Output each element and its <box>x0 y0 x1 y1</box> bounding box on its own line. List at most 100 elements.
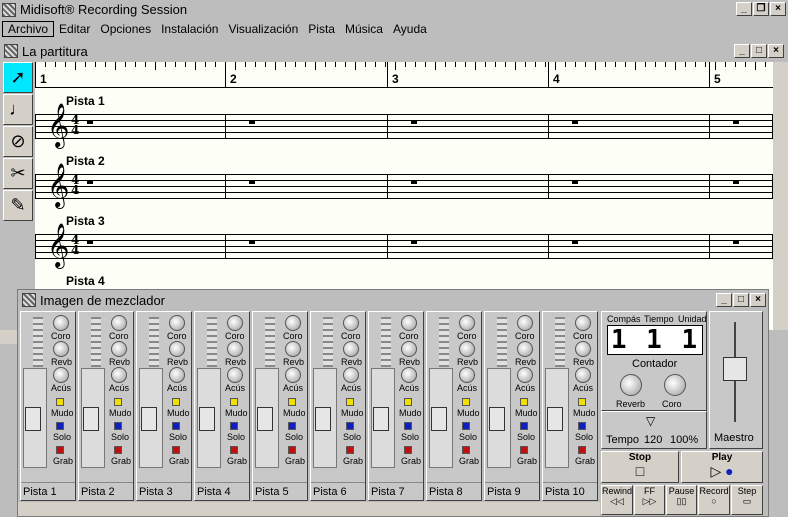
minimize-button[interactable]: _ <box>736 2 752 16</box>
revb-knob[interactable] <box>227 341 243 357</box>
erase-tool[interactable]: ⊘ <box>3 126 33 157</box>
channel-fader[interactable] <box>83 407 99 431</box>
staff[interactable]: 𝄞 4 4 <box>35 106 773 144</box>
track-label[interactable]: Pista 2 <box>66 154 105 168</box>
record-arm-toggle[interactable] <box>462 446 470 454</box>
solo-toggle[interactable] <box>462 422 470 430</box>
coro-knob[interactable] <box>53 315 69 331</box>
staff[interactable]: 𝄞 4 4 <box>35 166 773 204</box>
acus-knob[interactable] <box>285 367 301 383</box>
staff[interactable]: 𝄞 4 4 <box>35 226 773 264</box>
acus-knob[interactable] <box>459 367 475 383</box>
menu-archivo[interactable]: Archivo <box>2 21 55 37</box>
solo-toggle[interactable] <box>114 422 122 430</box>
score-horizontal-scrollbar[interactable] <box>0 330 17 344</box>
ff-button[interactable]: FF ▷▷ <box>634 485 665 515</box>
revb-knob[interactable] <box>285 341 301 357</box>
acus-knob[interactable] <box>169 367 185 383</box>
acus-knob[interactable] <box>111 367 127 383</box>
solo-toggle[interactable] <box>288 422 296 430</box>
reverb-knob[interactable] <box>620 374 642 396</box>
score-minimize-button[interactable]: _ <box>734 44 750 58</box>
play-button[interactable]: Play ▷ ● <box>681 451 763 483</box>
coro-knob[interactable] <box>459 315 475 331</box>
menu-opciones[interactable]: Opciones <box>95 22 156 36</box>
whole-rest-icon[interactable] <box>572 180 578 184</box>
channel-fader[interactable] <box>547 407 563 431</box>
whole-rest-icon[interactable] <box>87 240 93 244</box>
note-tool[interactable]: ♩ <box>3 94 33 125</box>
mute-toggle[interactable] <box>114 398 122 406</box>
record-arm-toggle[interactable] <box>578 446 586 454</box>
record-arm-toggle[interactable] <box>404 446 412 454</box>
coro-knob[interactable] <box>111 315 127 331</box>
revb-knob[interactable] <box>53 341 69 357</box>
acus-knob[interactable] <box>53 367 69 383</box>
channel-fader[interactable] <box>25 407 41 431</box>
revb-knob[interactable] <box>401 341 417 357</box>
solo-toggle[interactable] <box>520 422 528 430</box>
track-label[interactable]: Pista 4 <box>66 274 105 288</box>
mixer-minimize-button[interactable]: _ <box>716 293 732 307</box>
record-arm-toggle[interactable] <box>520 446 528 454</box>
revb-knob[interactable] <box>169 341 185 357</box>
pause-button[interactable]: Pause ▯▯ <box>666 485 697 515</box>
mute-toggle[interactable] <box>288 398 296 406</box>
mixer-horizontal-scrollbar[interactable] <box>18 502 600 516</box>
menu-instalacion[interactable]: Instalación <box>156 22 223 36</box>
mute-toggle[interactable] <box>404 398 412 406</box>
menu-visualizacion[interactable]: Visualización <box>223 22 303 36</box>
track-label[interactable]: Pista 3 <box>66 214 105 228</box>
whole-rest-icon[interactable] <box>249 120 255 124</box>
mute-toggle[interactable] <box>230 398 238 406</box>
stop-button[interactable]: Stop □ <box>601 451 679 483</box>
whole-rest-icon[interactable] <box>411 240 417 244</box>
rewind-button[interactable]: Rewind ◁◁ <box>601 485 633 515</box>
score-vertical-scrollbar[interactable] <box>773 62 788 330</box>
score-close-button[interactable]: × <box>768 44 784 58</box>
tempo-marker-icon[interactable]: ▽ <box>646 414 655 428</box>
coro-knob[interactable] <box>169 315 185 331</box>
record-arm-toggle[interactable] <box>346 446 354 454</box>
mute-toggle[interactable] <box>520 398 528 406</box>
pencil-tool[interactable]: ✎ <box>3 190 33 221</box>
solo-toggle[interactable] <box>172 422 180 430</box>
revb-knob[interactable] <box>111 341 127 357</box>
record-arm-toggle[interactable] <box>56 446 64 454</box>
step-button[interactable]: Step ▭ <box>731 485 763 515</box>
solo-toggle[interactable] <box>56 422 64 430</box>
master-fader[interactable] <box>723 357 747 381</box>
mixer-close-button[interactable]: × <box>750 293 766 307</box>
channel-fader[interactable] <box>315 407 331 431</box>
channel-fader[interactable] <box>199 407 215 431</box>
mute-toggle[interactable] <box>56 398 64 406</box>
whole-rest-icon[interactable] <box>87 180 93 184</box>
whole-rest-icon[interactable] <box>249 180 255 184</box>
score-maximize-button[interactable]: □ <box>751 44 767 58</box>
whole-rest-icon[interactable] <box>733 120 739 124</box>
acus-knob[interactable] <box>401 367 417 383</box>
mute-toggle[interactable] <box>462 398 470 406</box>
coro-knob[interactable] <box>227 315 243 331</box>
acus-knob[interactable] <box>343 367 359 383</box>
solo-toggle[interactable] <box>404 422 412 430</box>
coro-knob[interactable] <box>517 315 533 331</box>
whole-rest-icon[interactable] <box>572 240 578 244</box>
scissors-tool[interactable]: ✂ <box>3 158 33 189</box>
whole-rest-icon[interactable] <box>411 120 417 124</box>
solo-toggle[interactable] <box>230 422 238 430</box>
menu-editar[interactable]: Editar <box>54 22 95 36</box>
channel-fader[interactable] <box>373 407 389 431</box>
record-arm-toggle[interactable] <box>230 446 238 454</box>
menu-ayuda[interactable]: Ayuda <box>388 22 432 36</box>
acus-knob[interactable] <box>227 367 243 383</box>
channel-fader[interactable] <box>257 407 273 431</box>
mute-toggle[interactable] <box>172 398 180 406</box>
acus-knob[interactable] <box>575 367 591 383</box>
whole-rest-icon[interactable] <box>87 120 93 124</box>
channel-fader[interactable] <box>431 407 447 431</box>
coro-knob[interactable] <box>343 315 359 331</box>
revb-knob[interactable] <box>343 341 359 357</box>
pointer-tool[interactable]: ➚ <box>3 62 33 93</box>
whole-rest-icon[interactable] <box>572 120 578 124</box>
